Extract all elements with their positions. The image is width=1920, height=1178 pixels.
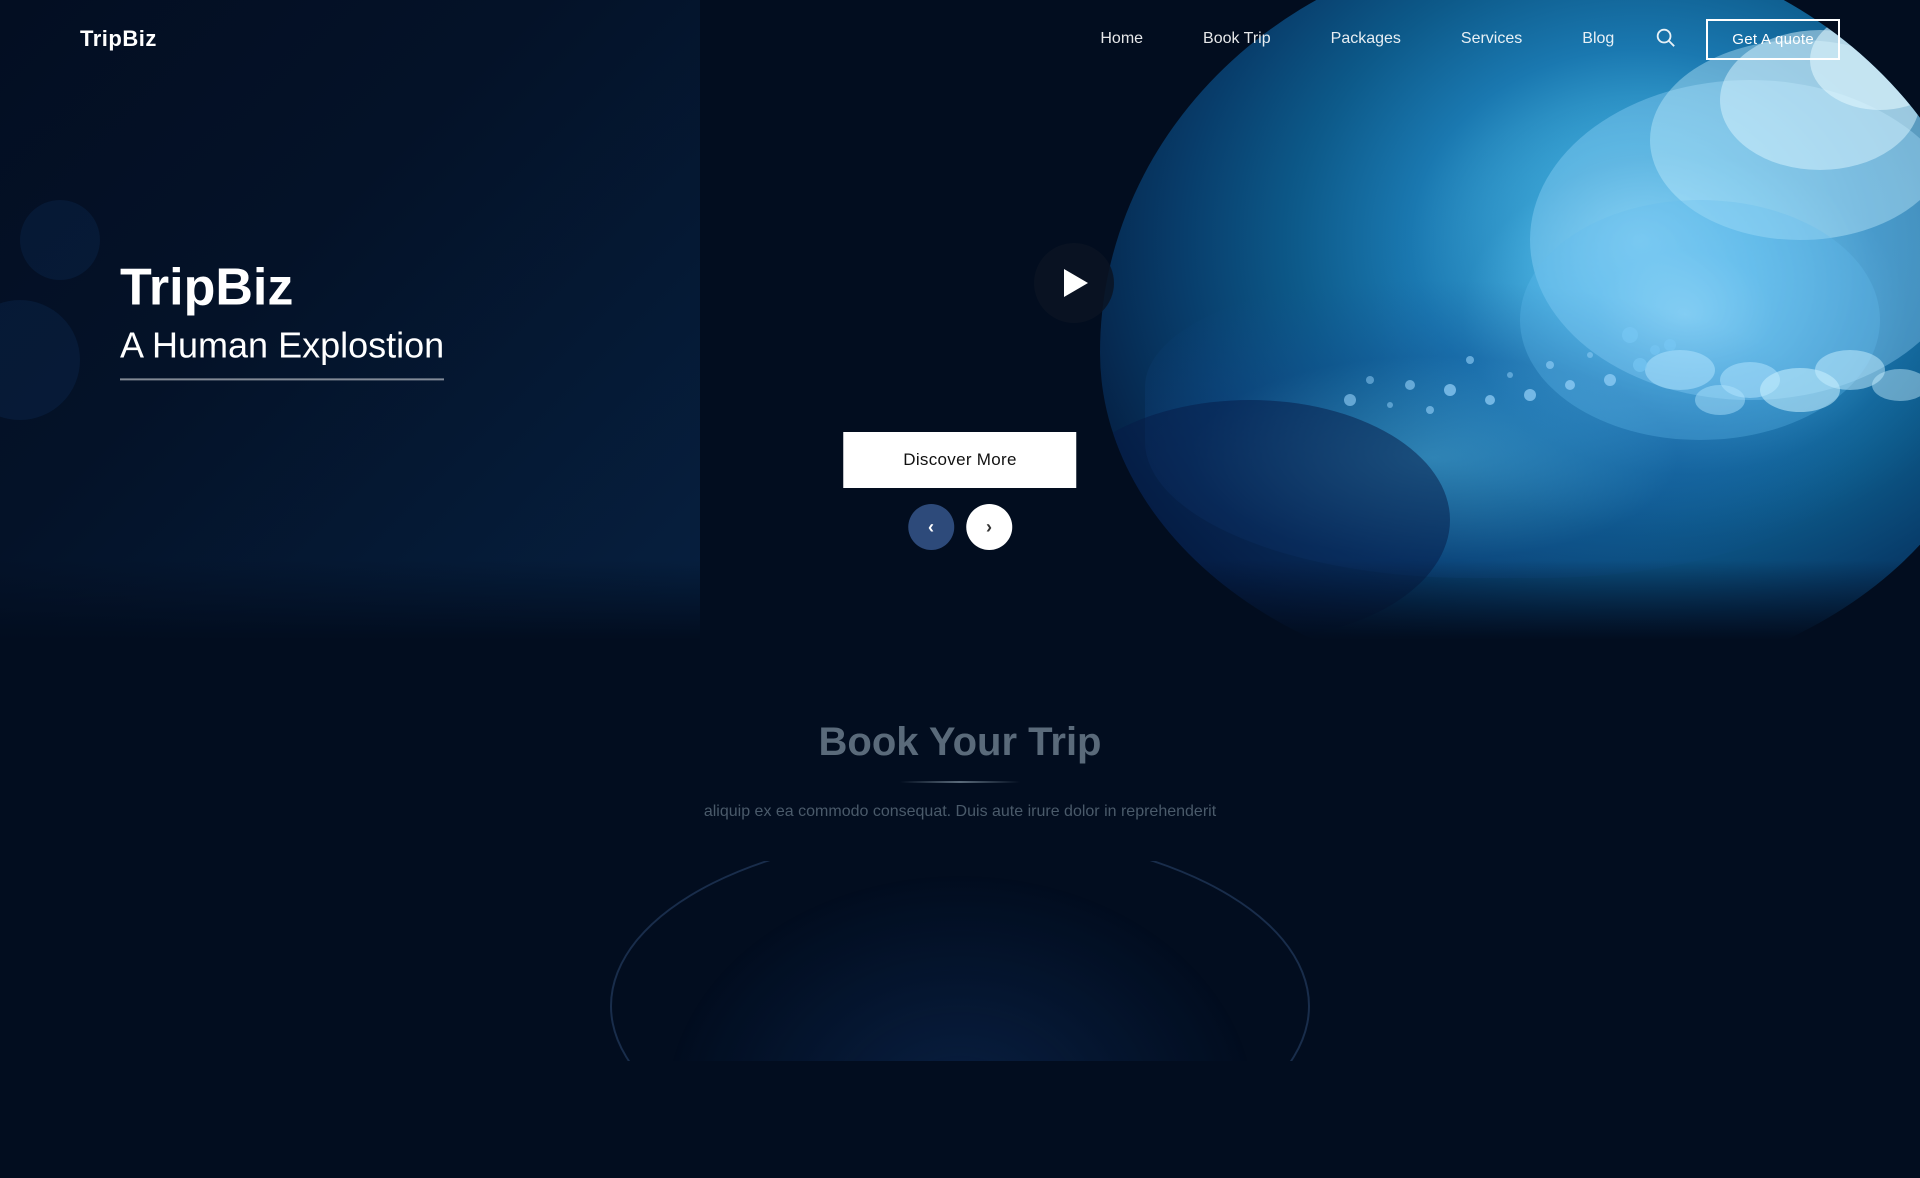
- nav-link-blog[interactable]: Blog: [1582, 30, 1614, 47]
- section-divider: [900, 781, 1020, 783]
- book-section-title: Book Your Trip: [80, 720, 1840, 765]
- hero-title: TripBiz: [120, 259, 444, 316]
- hero-image-circle: [1100, 0, 1920, 640]
- slider-next-button[interactable]: ›: [966, 504, 1012, 550]
- hero-content: TripBiz A Human Explostion: [120, 259, 444, 380]
- discover-more-button[interactable]: Discover More: [843, 432, 1076, 488]
- get-quote-button[interactable]: Get A quote: [1706, 19, 1840, 60]
- hero-section: TripBiz A Human Explostion Discover More…: [0, 0, 1920, 640]
- nav-link-book-trip[interactable]: Book Trip: [1203, 30, 1271, 47]
- globe-arc: [610, 861, 1310, 1061]
- hero-actions: Discover More ‹ ›: [843, 432, 1076, 550]
- navbar: TripBiz Home Book Trip Packages Services…: [0, 0, 1920, 78]
- nav-links: Home Book Trip Packages Services Blog: [1100, 30, 1614, 48]
- splash-svg: [1100, 0, 1920, 640]
- book-section-subtitle: aliquip ex ea commodo consequat. Duis au…: [610, 803, 1310, 821]
- nav-link-packages[interactable]: Packages: [1331, 30, 1401, 47]
- hero-subtitle: A Human Explostion: [120, 325, 444, 381]
- search-icon[interactable]: [1654, 26, 1676, 53]
- slider-controls: ‹ ›: [908, 504, 1012, 550]
- book-section: Book Your Trip aliquip ex ea commodo con…: [0, 640, 1920, 1121]
- slider-prev-button[interactable]: ‹: [908, 504, 954, 550]
- brand-logo[interactable]: TripBiz: [80, 26, 157, 52]
- nav-link-home[interactable]: Home: [1100, 30, 1143, 47]
- nav-link-services[interactable]: Services: [1461, 30, 1522, 47]
- nav-item-packages[interactable]: Packages: [1331, 30, 1401, 48]
- nav-item-home[interactable]: Home: [1100, 30, 1143, 48]
- hero-circle-bg: [1100, 0, 1920, 640]
- nav-item-blog[interactable]: Blog: [1582, 30, 1614, 48]
- nav-item-book-trip[interactable]: Book Trip: [1203, 30, 1271, 48]
- play-button[interactable]: [1034, 243, 1114, 323]
- nav-item-services[interactable]: Services: [1461, 30, 1522, 48]
- globe-hint: [80, 861, 1840, 1061]
- hero-bottom-fade: [0, 560, 1920, 640]
